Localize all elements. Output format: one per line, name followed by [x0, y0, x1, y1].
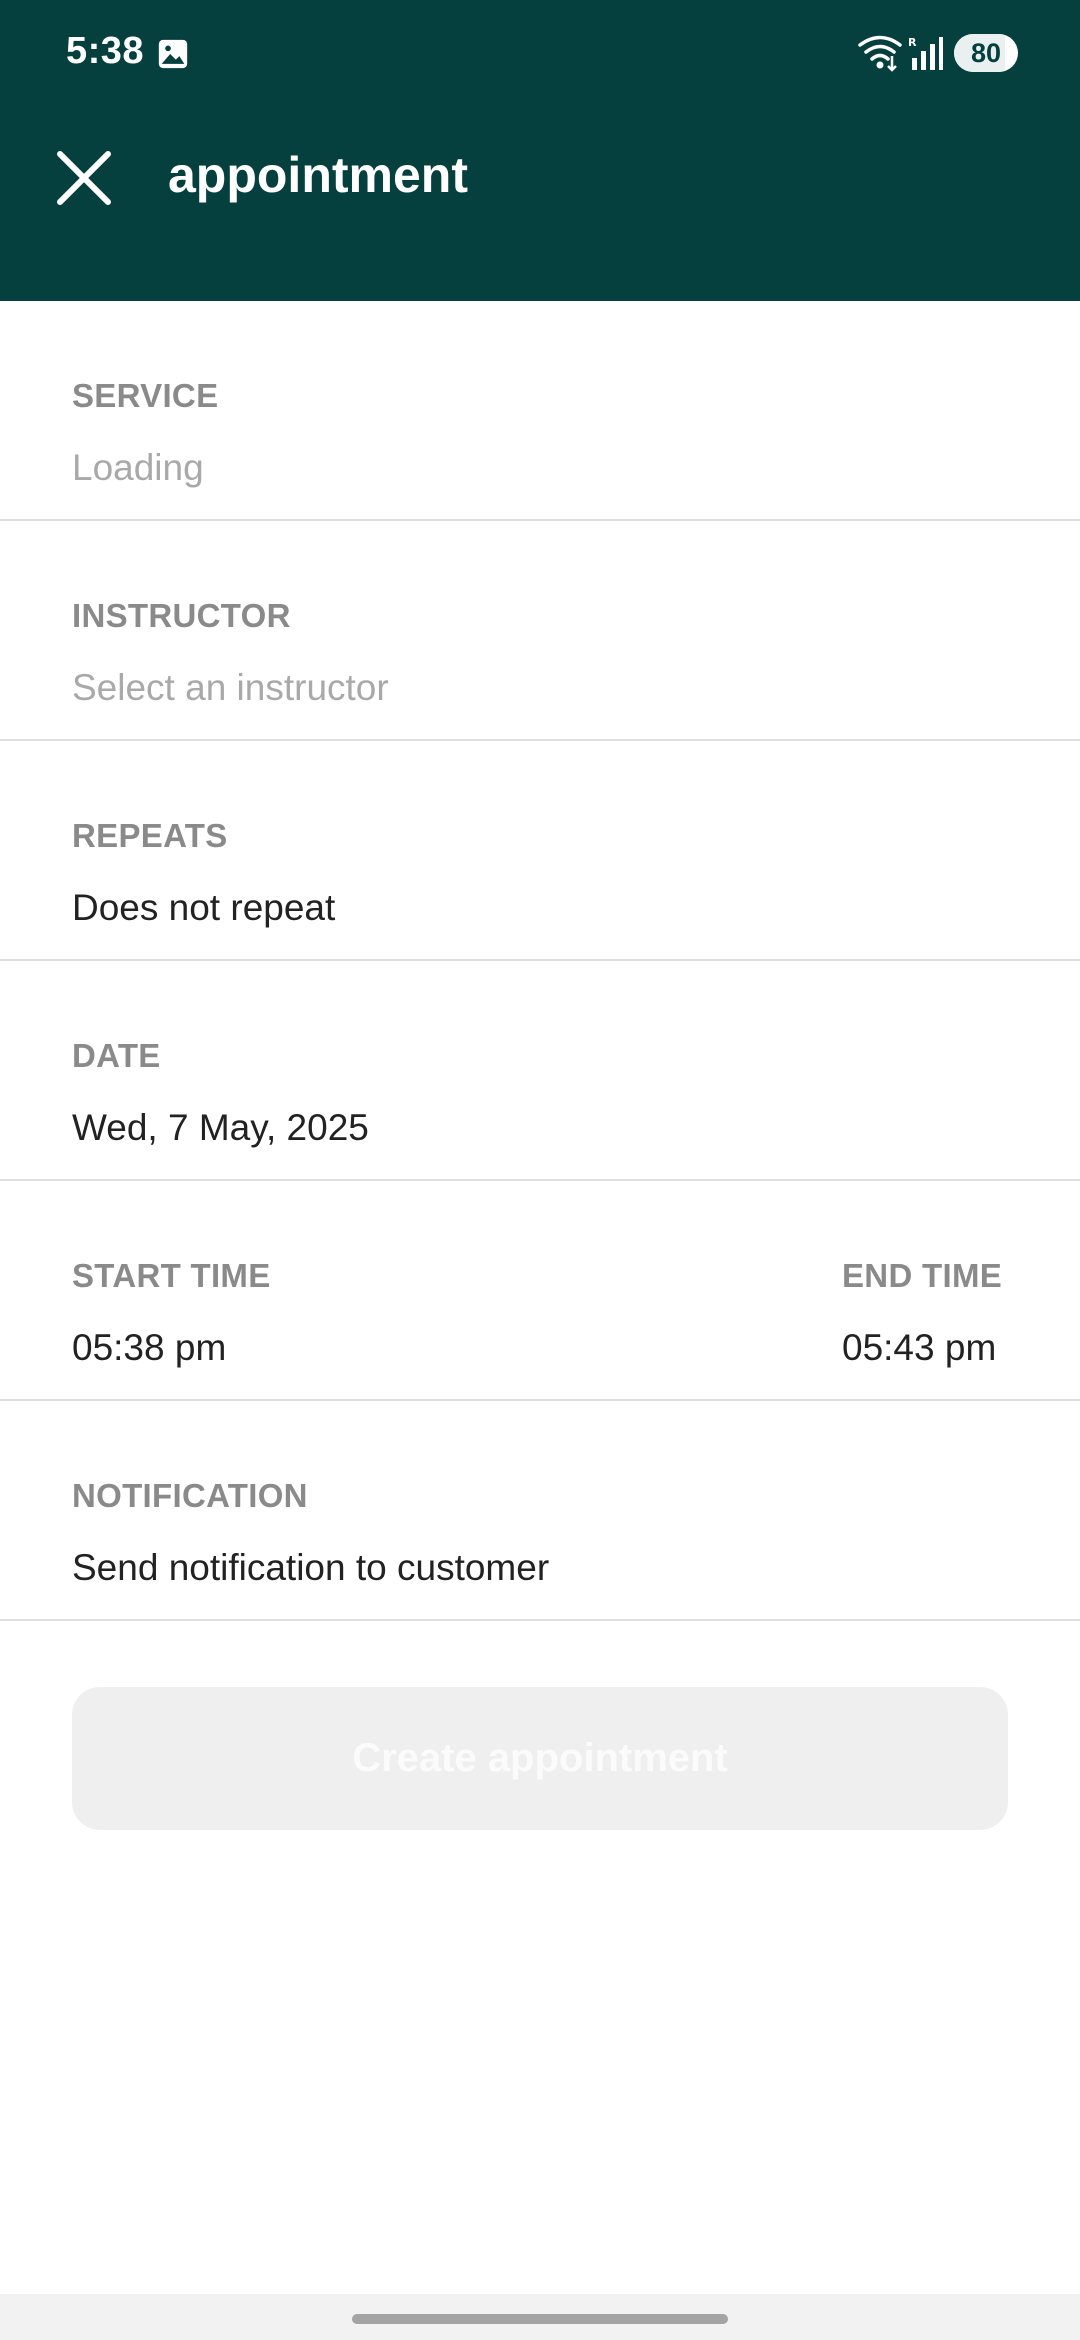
repeats-field[interactable]: REPEATS Does not repeat — [0, 741, 1080, 961]
home-indicator[interactable] — [352, 2314, 728, 2324]
signal-icon: R — [908, 36, 943, 70]
start-time-value: 05:38 pm — [72, 1327, 227, 1368]
battery-level: 80 — [970, 38, 1002, 68]
notification-label: NOTIFICATION — [72, 1477, 308, 1514]
end-time-label: END TIME — [842, 1257, 1003, 1294]
start-time-field[interactable]: START TIME 05:38 pm — [0, 1181, 540, 1399]
page-title: appointment — [168, 147, 468, 203]
gesture-nav-bar — [0, 2294, 1080, 2340]
service-field[interactable]: SERVICE Loading — [0, 301, 1080, 521]
status-bar: 5:38 R 80 — [0, 0, 1080, 108]
notification-value: Send notification to customer — [72, 1547, 550, 1588]
app-bar: appointment — [0, 108, 1080, 301]
close-icon — [57, 151, 111, 205]
create-appointment-button[interactable]: Create appointment — [72, 1687, 1008, 1830]
notification-field[interactable]: NOTIFICATION Send notification to custom… — [0, 1401, 1080, 1621]
battery-icon: 80 — [954, 34, 1018, 72]
svg-text:R: R — [908, 36, 917, 49]
appointment-form: SERVICE Loading INSTRUCTOR Select an ins… — [0, 301, 1080, 1621]
instructor-label: INSTRUCTOR — [72, 597, 291, 634]
gallery-icon — [158, 39, 188, 69]
repeats-value: Does not repeat — [72, 887, 336, 928]
header: 5:38 R 80 appointment — [0, 0, 1080, 301]
instructor-field[interactable]: INSTRUCTOR Select an instructor — [0, 521, 1080, 741]
date-label: DATE — [72, 1037, 161, 1074]
time-row: START TIME 05:38 pm END TIME 05:43 pm — [0, 1181, 1080, 1401]
close-button[interactable] — [44, 138, 124, 218]
date-field[interactable]: DATE Wed, 7 May, 2025 — [0, 961, 1080, 1181]
service-label: SERVICE — [72, 377, 219, 414]
instructor-value: Select an instructor — [72, 667, 389, 708]
wifi-icon — [858, 35, 902, 72]
start-time-label: START TIME — [72, 1257, 271, 1294]
service-value: Loading — [72, 447, 204, 488]
screen: 5:38 R 80 appointment SERVICE Loading IN… — [0, 0, 1080, 2340]
end-time-field[interactable]: END TIME 05:43 pm — [540, 1181, 1080, 1399]
repeats-label: REPEATS — [72, 817, 228, 854]
date-value: Wed, 7 May, 2025 — [72, 1107, 369, 1148]
status-time: 5:38 — [66, 30, 145, 72]
end-time-value: 05:43 pm — [842, 1327, 997, 1368]
